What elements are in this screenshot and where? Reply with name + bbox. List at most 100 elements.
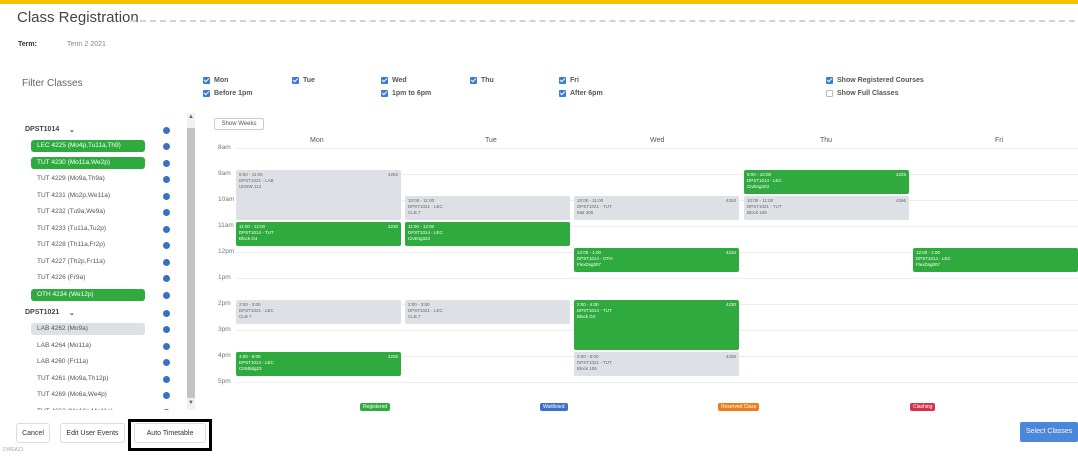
- class-option[interactable]: LAB 4260 (Fr11a): [31, 356, 88, 368]
- class-event[interactable]: 9:00 - 10:00 DPST1014 - LEC CivEng323 4225: [744, 170, 909, 194]
- legend-badge: Clashing: [910, 403, 936, 411]
- class-option[interactable]: LAB 4262 (Mo9a): [31, 323, 145, 335]
- term-select[interactable]: Term 2 2021: [67, 41, 106, 48]
- day-header: Wed: [650, 137, 665, 144]
- event-class-number: 4230: [387, 224, 398, 229]
- class-option[interactable]: TUT 4227 (Th2p,Fr11a): [31, 256, 105, 268]
- filter-after-6pm-checkbox[interactable]: After 6pm: [559, 90, 603, 97]
- info-icon[interactable]: [163, 225, 170, 233]
- class-option[interactable]: TUT 4226 (Fr9a): [31, 272, 85, 284]
- class-option[interactable]: TUT 4229 (Mo9a,Th9a): [31, 173, 105, 185]
- checkbox-icon: [559, 90, 566, 97]
- day-header: Thu: [820, 137, 833, 144]
- class-option[interactable]: TUT 4228 (Th11a,Fr2p): [31, 239, 105, 251]
- scroll-down-icon[interactable]: ▼: [188, 400, 194, 406]
- term-label: Term:: [18, 41, 37, 48]
- checkbox-icon: [826, 77, 833, 84]
- legend-badge: Waitlisted: [540, 403, 568, 411]
- info-icon[interactable]: [163, 143, 170, 150]
- class-option[interactable]: TUT 4230 (Mo11a,We2p): [31, 156, 145, 169]
- class-option[interactable]: TUT 4263 (Mo10a,Mo11a): [31, 406, 113, 411]
- event-room: CLB 7: [408, 314, 421, 319]
- info-icon[interactable]: [163, 375, 170, 383]
- chevron-down-icon[interactable]: ⌄: [69, 309, 75, 317]
- class-event[interactable]: 4:00 - 5:00 DPST1014 - LEC Ctr5Bldg23 4225: [236, 352, 401, 376]
- event-room: FlexDsg007: [577, 262, 602, 267]
- filter-fri-checkbox[interactable]: Fri: [559, 77, 579, 84]
- title-divider: [130, 20, 1075, 22]
- sidebar-scroll-thumb[interactable]: [187, 128, 195, 398]
- class-event[interactable]: 2:00 - 3:00 DPST1021 - LEC CLB 7: [405, 300, 570, 324]
- info-icon[interactable]: [163, 159, 170, 167]
- chevron-down-icon[interactable]: ⌄: [69, 126, 75, 134]
- event-room: Block 106: [577, 366, 597, 371]
- class-event[interactable]: 4:00 - 5:00 DPST1021 - TUT Block 106 4266: [574, 352, 739, 376]
- info-icon[interactable]: [163, 359, 170, 366]
- filter-mon-checkbox[interactable]: Mon: [203, 77, 228, 84]
- info-icon[interactable]: [163, 275, 170, 282]
- time-label: 5pm: [218, 378, 231, 385]
- class-event[interactable]: 11:00 - 12:00 DPST1014 - LEC CivEng323: [405, 222, 570, 246]
- show-registered-checkbox[interactable]: Show Registered Courses: [826, 77, 924, 84]
- info-icon[interactable]: [163, 242, 170, 249]
- class-event[interactable]: 10:00 - 11:00 DPST1021 - TUT Block 106 4266: [744, 196, 909, 220]
- info-icon[interactable]: [163, 176, 170, 183]
- class-option[interactable]: TUT 4261 (Mo9a,Th12p): [31, 373, 108, 385]
- class-option[interactable]: TUT 4232 (Tu9a,We9a): [31, 206, 105, 218]
- class-filter-list[interactable]: DPST1014 ⌄ LEC 4225 (Mo4p,Tu11a,Th9) TUT 42…: [22, 120, 182, 410]
- info-icon[interactable]: [163, 291, 170, 299]
- class-event[interactable]: 12:00 - 1:00 DPST1014 - LEC FlexDsg007: [913, 248, 1078, 272]
- filter-wed-checkbox[interactable]: Wed: [381, 77, 407, 84]
- event-room: Mat 306: [577, 210, 594, 215]
- filter-1pm-6pm-checkbox[interactable]: 1pm to 6pm: [381, 90, 431, 97]
- info-icon[interactable]: [163, 408, 170, 410]
- class-option[interactable]: OTH 4234 (We12p): [31, 288, 145, 301]
- event-class-number: 4266: [725, 354, 736, 359]
- time-label: 11am: [218, 222, 234, 229]
- class-event[interactable]: 12:00 - 1:00 DPST1014 - OTH FlexDsg007 4234: [574, 248, 739, 272]
- filter-tue-checkbox[interactable]: Tue: [292, 77, 315, 84]
- day-header: Mon: [310, 137, 324, 144]
- event-room: Block G4: [577, 314, 596, 319]
- info-icon[interactable]: [163, 209, 170, 216]
- class-event[interactable]: 2:00 - 3:00 DPST1021 - LEC CLB 7: [236, 300, 401, 324]
- course-group-header[interactable]: DPST1021: [25, 309, 59, 316]
- filter-thu-checkbox[interactable]: Thu: [470, 77, 494, 84]
- course-group-header[interactable]: DPST1014: [25, 126, 59, 133]
- info-icon[interactable]: [163, 392, 170, 399]
- event-room: Block G4: [239, 236, 258, 241]
- show-full-checkbox[interactable]: Show Full Classes: [826, 90, 898, 97]
- class-option[interactable]: TUT 4233 (Tu11a,Tu2p): [31, 223, 106, 235]
- info-icon[interactable]: [163, 326, 170, 333]
- edit-user-events-button[interactable]: Edit User Events: [60, 423, 125, 443]
- info-icon[interactable]: [163, 310, 170, 317]
- class-option[interactable]: TUT 4269 (Mo6a,We4p): [31, 389, 107, 401]
- select-classes-button[interactable]: Select Classes: [1020, 422, 1078, 442]
- time-label: 1pm: [218, 274, 231, 281]
- event-room: Ctr5Bldg23: [239, 366, 262, 371]
- info-icon[interactable]: [163, 192, 170, 200]
- scroll-up-icon[interactable]: ▲: [188, 114, 194, 120]
- info-icon[interactable]: [163, 127, 170, 134]
- footer-text: DWEAZ1: [3, 447, 24, 453]
- show-weeks-button[interactable]: Show Weeks: [214, 118, 264, 130]
- highlight-box: [128, 419, 212, 451]
- top-accent-bar: [0, 0, 1078, 4]
- class-event[interactable]: 9:00 - 11:00 DPST1021 - LAB UNSW 112 4262: [236, 170, 401, 220]
- class-option[interactable]: TUT 4231 (Mo2p,We11a): [31, 190, 110, 202]
- cancel-button[interactable]: Cancel: [16, 423, 50, 443]
- info-icon[interactable]: [163, 258, 170, 266]
- class-event[interactable]: 10:00 - 11:00 DPST1021 - TUT Mat 306 4263: [574, 196, 739, 220]
- hour-gridline: [236, 382, 1078, 383]
- event-room: CLB 7: [239, 314, 252, 319]
- event-class-number: 4262: [387, 172, 398, 177]
- class-option[interactable]: LEC 4225 (Mo4p,Tu11a,Th9): [31, 140, 145, 152]
- info-icon[interactable]: [163, 342, 170, 350]
- class-event[interactable]: 11:00 - 12:00 DPST1014 - TUT Block G4 4230: [236, 222, 401, 246]
- class-option[interactable]: LAB 4264 (Mo11a): [31, 340, 91, 352]
- checkbox-icon: [203, 90, 210, 97]
- checkbox-icon: [292, 77, 299, 84]
- class-event[interactable]: 10:00 - 11:00 DPST1021 - LEC CLB 7: [405, 196, 570, 220]
- filter-before-1pm-checkbox[interactable]: Before 1pm: [203, 90, 253, 97]
- class-event[interactable]: 2:00 - 4:00 DPST1014 - TUT Block G4 4230: [574, 300, 739, 350]
